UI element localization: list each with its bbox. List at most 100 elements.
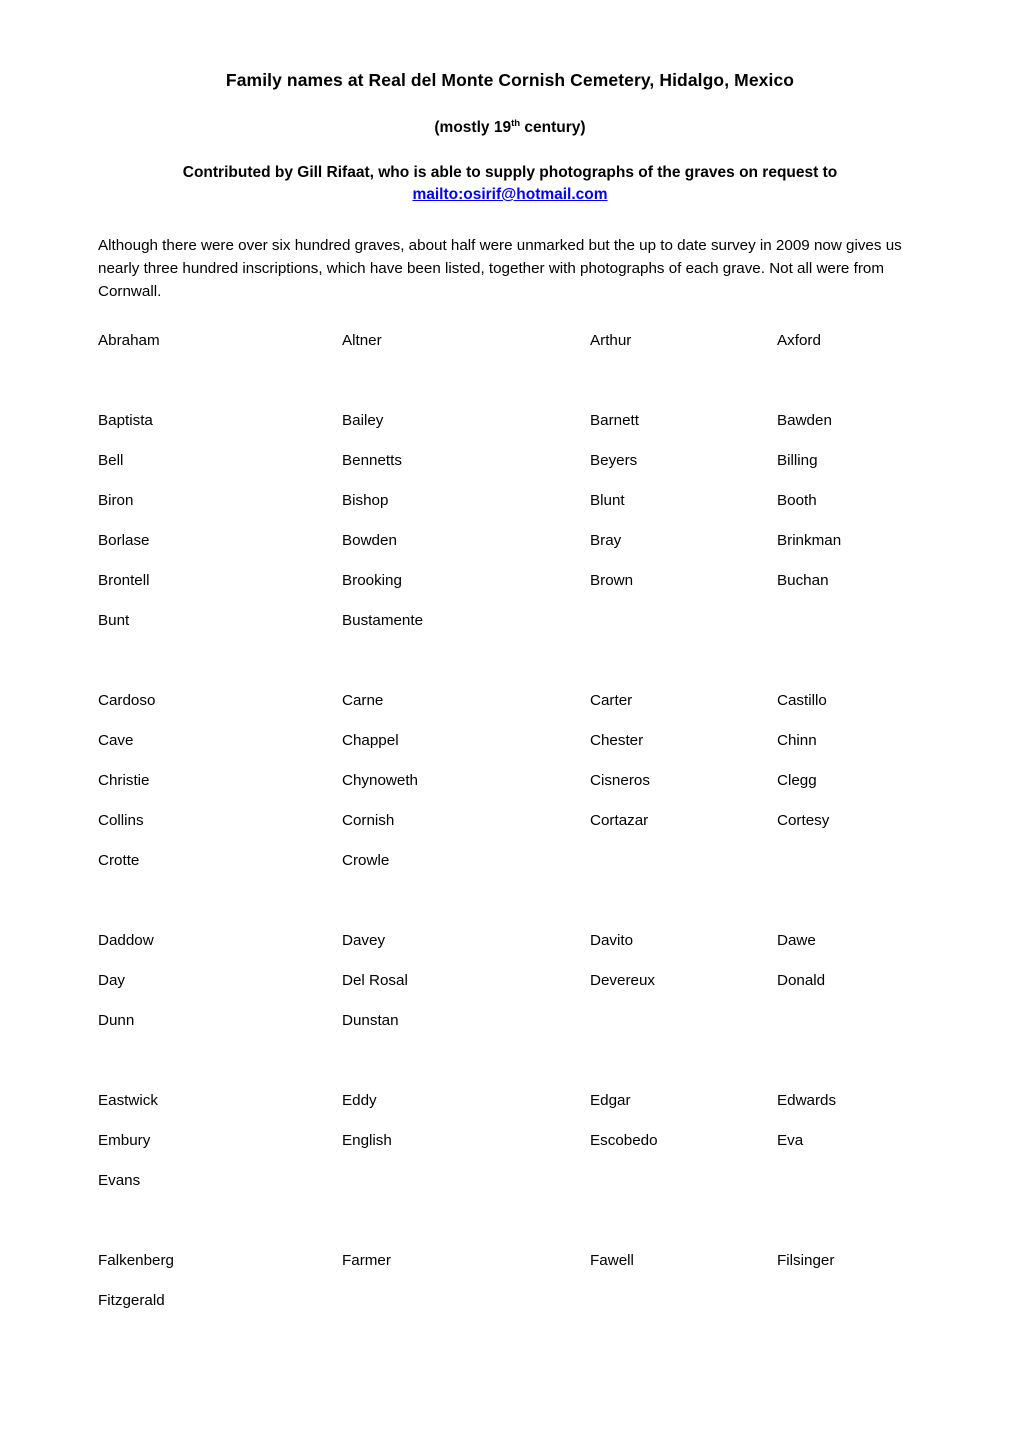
family-name: Donald (777, 972, 826, 990)
family-name: Brontell (98, 572, 150, 590)
family-name: English (342, 1132, 392, 1150)
contributor-credit: Contributed by Gill Rifaat, who is able … (182, 164, 838, 182)
family-name: Billing (777, 452, 818, 470)
family-name: Edgar (590, 1092, 631, 1110)
family-name: Arthur (590, 332, 632, 350)
family-name: Dawe (777, 932, 816, 950)
name-group: Daddow Davey Davito Dawe Day Del Rosal Devereu… (98, 921, 922, 1041)
name-group: Abraham Altner Arthur Axford (98, 321, 922, 361)
name-row: Crotte Crowle (98, 841, 922, 881)
family-name: Bunt (98, 612, 130, 630)
family-name: Bowden (342, 532, 397, 550)
name-group: Cardoso Carne Carter Castillo Cave Chappel Che… (98, 681, 922, 881)
name-row: Daddow Davey Davito Dawe (98, 921, 922, 961)
name-group: Eastwick Eddy Edgar Edwards Embury English Esc… (98, 1081, 922, 1201)
family-name: Escobedo (590, 1132, 658, 1150)
family-name: Dunstan (342, 1012, 399, 1030)
family-names-list: Abraham Altner Arthur Axford Baptista Bailey B… (98, 303, 922, 1321)
name-row: Collins Cornish Cortazar Cortesy (98, 801, 922, 841)
family-name: Bailey (342, 412, 384, 430)
family-name: Brown (590, 572, 634, 590)
name-row: Brontell Brooking Brown Buchan (98, 561, 922, 601)
name-row: Christie Chynoweth Cisneros Clegg (98, 761, 922, 801)
name-row: Falkenberg Farmer Fawell Filsinger (98, 1241, 922, 1281)
name-row: Baptista Bailey Barnett Bawden (98, 401, 922, 441)
family-name: Cornish (342, 812, 395, 830)
family-name: Castillo (777, 692, 827, 710)
subtitle-suffix: century) (520, 118, 586, 136)
name-row: Dunn Dunstan (98, 1001, 922, 1041)
name-group: Baptista Bailey Barnett Bawden Bell Bennetts B… (98, 401, 922, 641)
family-name: Buchan (777, 572, 829, 590)
name-group: Falkenberg Farmer Fawell Filsinger Fitzgeral… (98, 1241, 922, 1321)
name-row: Biron Bishop Blunt Booth (98, 481, 922, 521)
family-name: Cortesy (777, 812, 830, 830)
family-name: Davey (342, 932, 386, 950)
family-name: Fawell (590, 1252, 634, 1270)
name-row: Borlase Bowden Bray Brinkman (98, 521, 922, 561)
document-content: Family names at Real del Monte Cornish C… (98, 0, 922, 1321)
name-row: Abraham Altner Arthur Axford (98, 321, 922, 361)
name-row: Cardoso Carne Carter Castillo (98, 681, 922, 721)
family-name: Eddy (342, 1092, 377, 1110)
family-name: Filsinger (777, 1252, 835, 1270)
family-name: Chappel (342, 732, 399, 750)
name-row: Cave Chappel Chester Chinn (98, 721, 922, 761)
family-name: Barnett (590, 412, 639, 430)
family-name: Altner (342, 332, 382, 350)
family-name: Crowle (342, 852, 390, 870)
family-name: Brooking (342, 572, 402, 590)
family-name: Embury (98, 1132, 151, 1150)
family-name: Cisneros (590, 772, 650, 790)
family-name: Day (98, 972, 126, 990)
contact-email-line: mailto:osirif@hotmail.com (98, 184, 922, 206)
family-name: Cardoso (98, 692, 156, 710)
family-name: Fitzgerald (98, 1292, 165, 1310)
family-name: Collins (98, 812, 144, 830)
document-subtitle: (mostly 19th century) (98, 92, 922, 137)
family-name: Cave (98, 732, 134, 750)
family-name: Beyers (590, 452, 638, 470)
name-row: Bunt Bustamente (98, 601, 922, 641)
name-row: Embury English Escobedo Eva (98, 1121, 922, 1161)
family-name: Clegg (777, 772, 817, 790)
family-name: Christie (98, 772, 150, 790)
family-name: Abraham (98, 332, 160, 350)
family-name: Bishop (342, 492, 389, 510)
family-name: Dunn (98, 1012, 135, 1030)
family-name: Chinn (777, 732, 817, 750)
family-name: Chester (590, 732, 644, 750)
family-name: Bustamente (342, 612, 424, 630)
family-name: Carne (342, 692, 384, 710)
family-name: Devereux (590, 972, 655, 990)
intro-paragraph: Although there were over six hundred gra… (98, 237, 902, 301)
family-name: Edwards (777, 1092, 837, 1110)
family-name: Borlase (98, 532, 150, 550)
family-name: Cortazar (590, 812, 649, 830)
name-row: Fitzgerald (98, 1281, 922, 1321)
document-page: Family names at Real del Monte Cornish C… (0, 0, 1020, 1442)
name-row: Day Del Rosal Devereux Donald (98, 961, 922, 1001)
name-row: Evans (98, 1161, 922, 1201)
family-name: Daddow (98, 932, 154, 950)
family-name: Davito (590, 932, 634, 950)
family-name: Bell (98, 452, 124, 470)
page-title: Family names at Real del Monte Cornish C… (225, 70, 795, 90)
contact-email-link[interactable]: mailto:osirif@hotmail.com (412, 186, 607, 203)
name-row: Bell Bennetts Beyers Billing (98, 441, 922, 481)
family-name: Baptista (98, 412, 153, 430)
family-name: Biron (98, 492, 134, 510)
family-name: Eastwick (98, 1092, 158, 1110)
family-name: Brinkman (777, 532, 842, 550)
family-name: Blunt (590, 492, 625, 510)
family-name: Del Rosal (342, 972, 408, 990)
family-name: Farmer (342, 1252, 391, 1270)
subtitle-prefix: (mostly 19 (434, 118, 512, 136)
family-name: Falkenberg (98, 1252, 174, 1270)
name-row: Eastwick Eddy Edgar Edwards (98, 1081, 922, 1121)
family-name: Bray (590, 532, 622, 550)
family-name: Eva (777, 1132, 804, 1150)
family-name: Chynoweth (342, 772, 418, 790)
family-name: Evans (98, 1172, 141, 1190)
family-name: Bawden (777, 412, 832, 430)
